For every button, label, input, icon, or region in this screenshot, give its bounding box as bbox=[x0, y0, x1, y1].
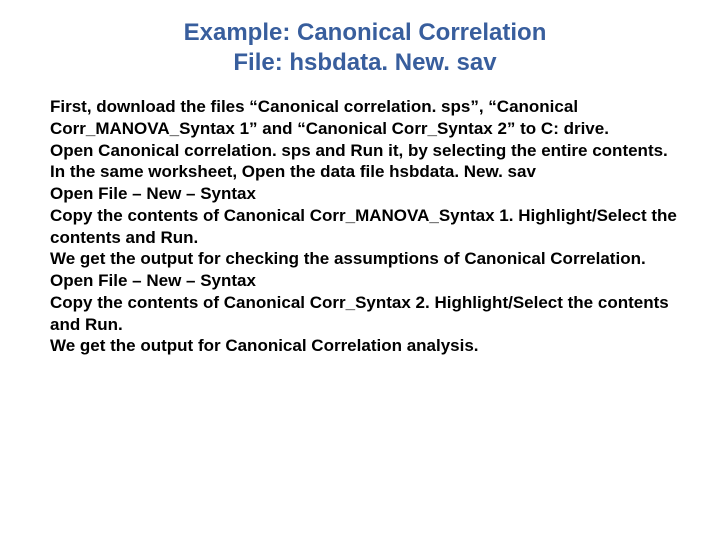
slide-body: First, download the files “Canonical cor… bbox=[50, 96, 680, 357]
heading-line-2: File: hsbdata. New. sav bbox=[233, 49, 496, 76]
body-paragraph: Copy the contents of Canonical Corr_MANO… bbox=[50, 205, 680, 249]
heading-line-1: Example: Canonical Correlation bbox=[184, 19, 547, 46]
body-paragraph: In the same worksheet, Open the data fil… bbox=[50, 161, 680, 183]
body-paragraph: Open Canonical correlation. sps and Run … bbox=[50, 140, 680, 162]
body-paragraph: Open File – New – Syntax bbox=[50, 270, 680, 292]
body-paragraph: First, download the files “Canonical cor… bbox=[50, 96, 680, 140]
body-paragraph: Copy the contents of Canonical Corr_Synt… bbox=[50, 292, 680, 336]
slide-heading: Example: Canonical Correlation File: hsb… bbox=[50, 18, 680, 78]
body-paragraph: We get the output for Canonical Correlat… bbox=[50, 335, 680, 357]
body-paragraph: Open File – New – Syntax bbox=[50, 183, 680, 205]
slide: Example: Canonical Correlation File: hsb… bbox=[0, 0, 720, 377]
body-paragraph: We get the output for checking the assum… bbox=[50, 248, 680, 270]
